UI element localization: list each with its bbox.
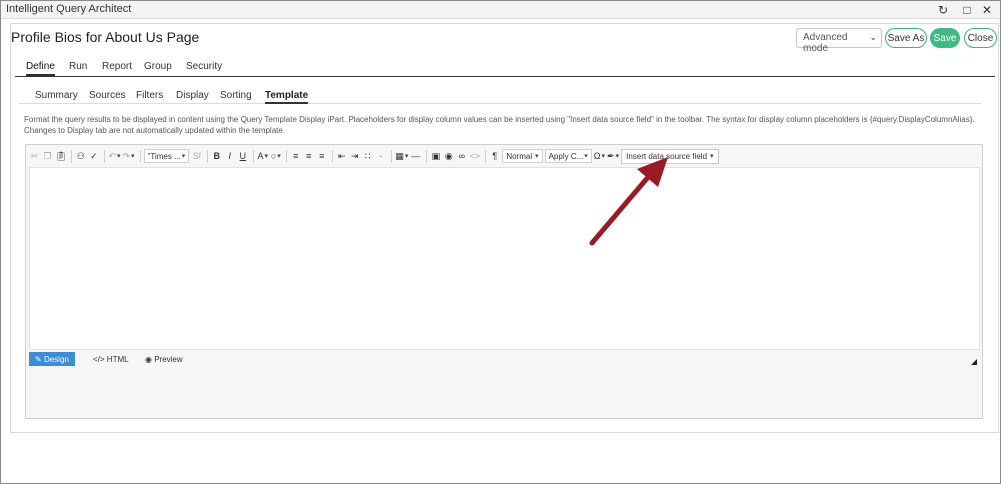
app-window: Intelligent Query Architect ↻ □ ✕ Profil… <box>0 0 1001 484</box>
toolbar-divider <box>286 149 288 163</box>
image-icon[interactable]: ▣ <box>430 149 441 164</box>
close-icon[interactable]: ✕ <box>979 2 995 18</box>
tab-display[interactable]: Display <box>176 90 209 101</box>
toolbar-divider <box>104 149 106 163</box>
tab-template[interactable]: Template <box>265 90 309 104</box>
cut-icon[interactable]: ✂ <box>29 149 40 164</box>
tab-sources[interactable]: Sources <box>89 90 126 101</box>
apply-css-select[interactable]: Apply C... ▾ <box>544 149 592 163</box>
font-name-value: "Times ... <box>147 151 181 161</box>
sub-tabs: Summary Sources Filters Display Sorting … <box>19 88 981 104</box>
template-help-text: Format the query results to be displayed… <box>24 115 975 135</box>
html-mode-button[interactable]: </> HTML <box>87 352 135 366</box>
code-icon[interactable]: <> <box>469 149 481 164</box>
save-as-button[interactable]: Save As <box>885 28 927 48</box>
numbered-list-icon[interactable]: ∷ <box>362 149 373 164</box>
refresh-icon[interactable]: ↻ <box>935 2 951 18</box>
italic-icon[interactable]: I <box>224 149 235 164</box>
preview-mode-button[interactable]: ◉ Preview <box>139 352 189 366</box>
paragraph-format-select[interactable]: Normal ▾ <box>502 149 543 163</box>
query-panel: Profile Bios for About Us Page Advanced … <box>10 23 999 433</box>
spellcheck-icon[interactable]: ✓ <box>88 149 99 164</box>
copy-icon[interactable]: ❐ <box>42 149 53 164</box>
chevron-down-icon: ⌄ <box>869 32 877 42</box>
toolbar-divider <box>71 149 73 163</box>
tab-define[interactable]: Define <box>26 61 55 76</box>
font-color-icon[interactable]: A ▾ <box>257 149 269 164</box>
design-mode-label: Design <box>43 354 69 364</box>
bold-icon[interactable]: B <box>211 149 222 164</box>
tab-security[interactable]: Security <box>186 61 222 72</box>
paste-icon[interactable]: 📋︎ <box>55 149 66 164</box>
maximize-icon[interactable]: □ <box>959 2 975 18</box>
toolbar-divider <box>391 149 393 163</box>
close-button[interactable]: Close <box>964 28 997 48</box>
background-color-icon[interactable]: ○ ▾ <box>270 149 281 164</box>
insert-data-source-field-button[interactable]: Insert data source field ▾ <box>621 148 719 164</box>
tab-group[interactable]: Group <box>144 61 172 72</box>
apply-css-value: Apply C... <box>548 151 584 161</box>
toolbar-divider <box>426 149 428 163</box>
horizontal-rule-icon[interactable]: ― <box>410 149 421 164</box>
toolbar-divider <box>253 149 255 163</box>
template-editor: ✂ ❐ 📋︎ ⚇ ✓ ↶ ▾ ↷ ▾ "Times ... ▾ Sf B I U A ▾… <box>25 144 983 419</box>
align-center-icon[interactable]: ≡ <box>303 149 314 164</box>
editor-mode-bar: ✎ Design </> HTML ◉ Preview <box>29 352 980 366</box>
link-icon[interactable]: ∞ <box>456 149 467 164</box>
align-right-icon[interactable]: ≡ <box>316 149 327 164</box>
window-title: Intelligent Query Architect <box>6 3 132 15</box>
main-tabs: Define Run Report Group Security <box>15 59 995 77</box>
font-size-icon[interactable]: Sf <box>191 149 202 164</box>
tab-sorting[interactable]: Sorting <box>220 90 252 101</box>
table-icon[interactable]: ▦ ▾ <box>395 149 408 164</box>
html-mode-label: HTML <box>106 354 129 364</box>
toolbar-divider <box>332 149 334 163</box>
page-title: Profile Bios for About Us Page <box>11 29 200 45</box>
toolbar-divider <box>485 149 487 163</box>
save-button[interactable]: Save <box>930 28 960 48</box>
underline-icon[interactable]: U <box>237 149 248 164</box>
eye-icon: ◉ <box>145 354 155 364</box>
window-titlebar: Intelligent Query Architect ↻ □ ✕ <box>1 1 1000 19</box>
code-icon: </> <box>93 354 107 364</box>
format-stripper-icon[interactable]: ✒ ▾ <box>607 149 619 164</box>
special-character-icon[interactable]: Ω ▾ <box>594 149 605 164</box>
paragraph-marks-icon[interactable]: ¶ <box>489 149 500 164</box>
paragraph-format-value: Normal <box>506 151 533 161</box>
mode-select[interactable]: Advanced mode ⌄ <box>796 28 882 54</box>
outdent-icon[interactable]: ⇤ <box>336 149 347 164</box>
find-icon[interactable]: ⚇ <box>75 149 86 164</box>
tab-report[interactable]: Report <box>102 61 132 72</box>
resize-handle-icon[interactable] <box>971 359 977 365</box>
font-name-select[interactable]: "Times ... ▾ <box>143 149 190 163</box>
tab-filters[interactable]: Filters <box>136 90 163 101</box>
media-icon[interactable]: ◉ <box>443 149 454 164</box>
design-mode-button[interactable]: ✎ Design <box>29 352 75 366</box>
toolbar-divider <box>139 149 141 163</box>
toolbar-divider <box>207 149 209 163</box>
bullet-list-icon[interactable]: ∙ <box>375 149 386 164</box>
undo-icon[interactable]: ↶ ▾ <box>108 149 120 164</box>
preview-mode-label: Preview <box>154 354 183 364</box>
editor-toolbar: ✂ ❐ 📋︎ ⚇ ✓ ↶ ▾ ↷ ▾ "Times ... ▾ Sf B I U A ▾… <box>29 148 979 164</box>
mode-select-value: Advanced mode <box>803 32 848 54</box>
insert-data-source-field-label: Insert data source field <box>626 151 708 161</box>
indent-icon[interactable]: ⇥ <box>349 149 360 164</box>
pencil-icon: ✎ <box>35 354 44 364</box>
tab-summary[interactable]: Summary <box>35 90 78 101</box>
redo-icon[interactable]: ↷ ▾ <box>123 149 135 164</box>
align-left-icon[interactable]: ≡ <box>290 149 301 164</box>
tab-run[interactable]: Run <box>69 61 87 72</box>
template-content-area[interactable] <box>29 167 980 350</box>
